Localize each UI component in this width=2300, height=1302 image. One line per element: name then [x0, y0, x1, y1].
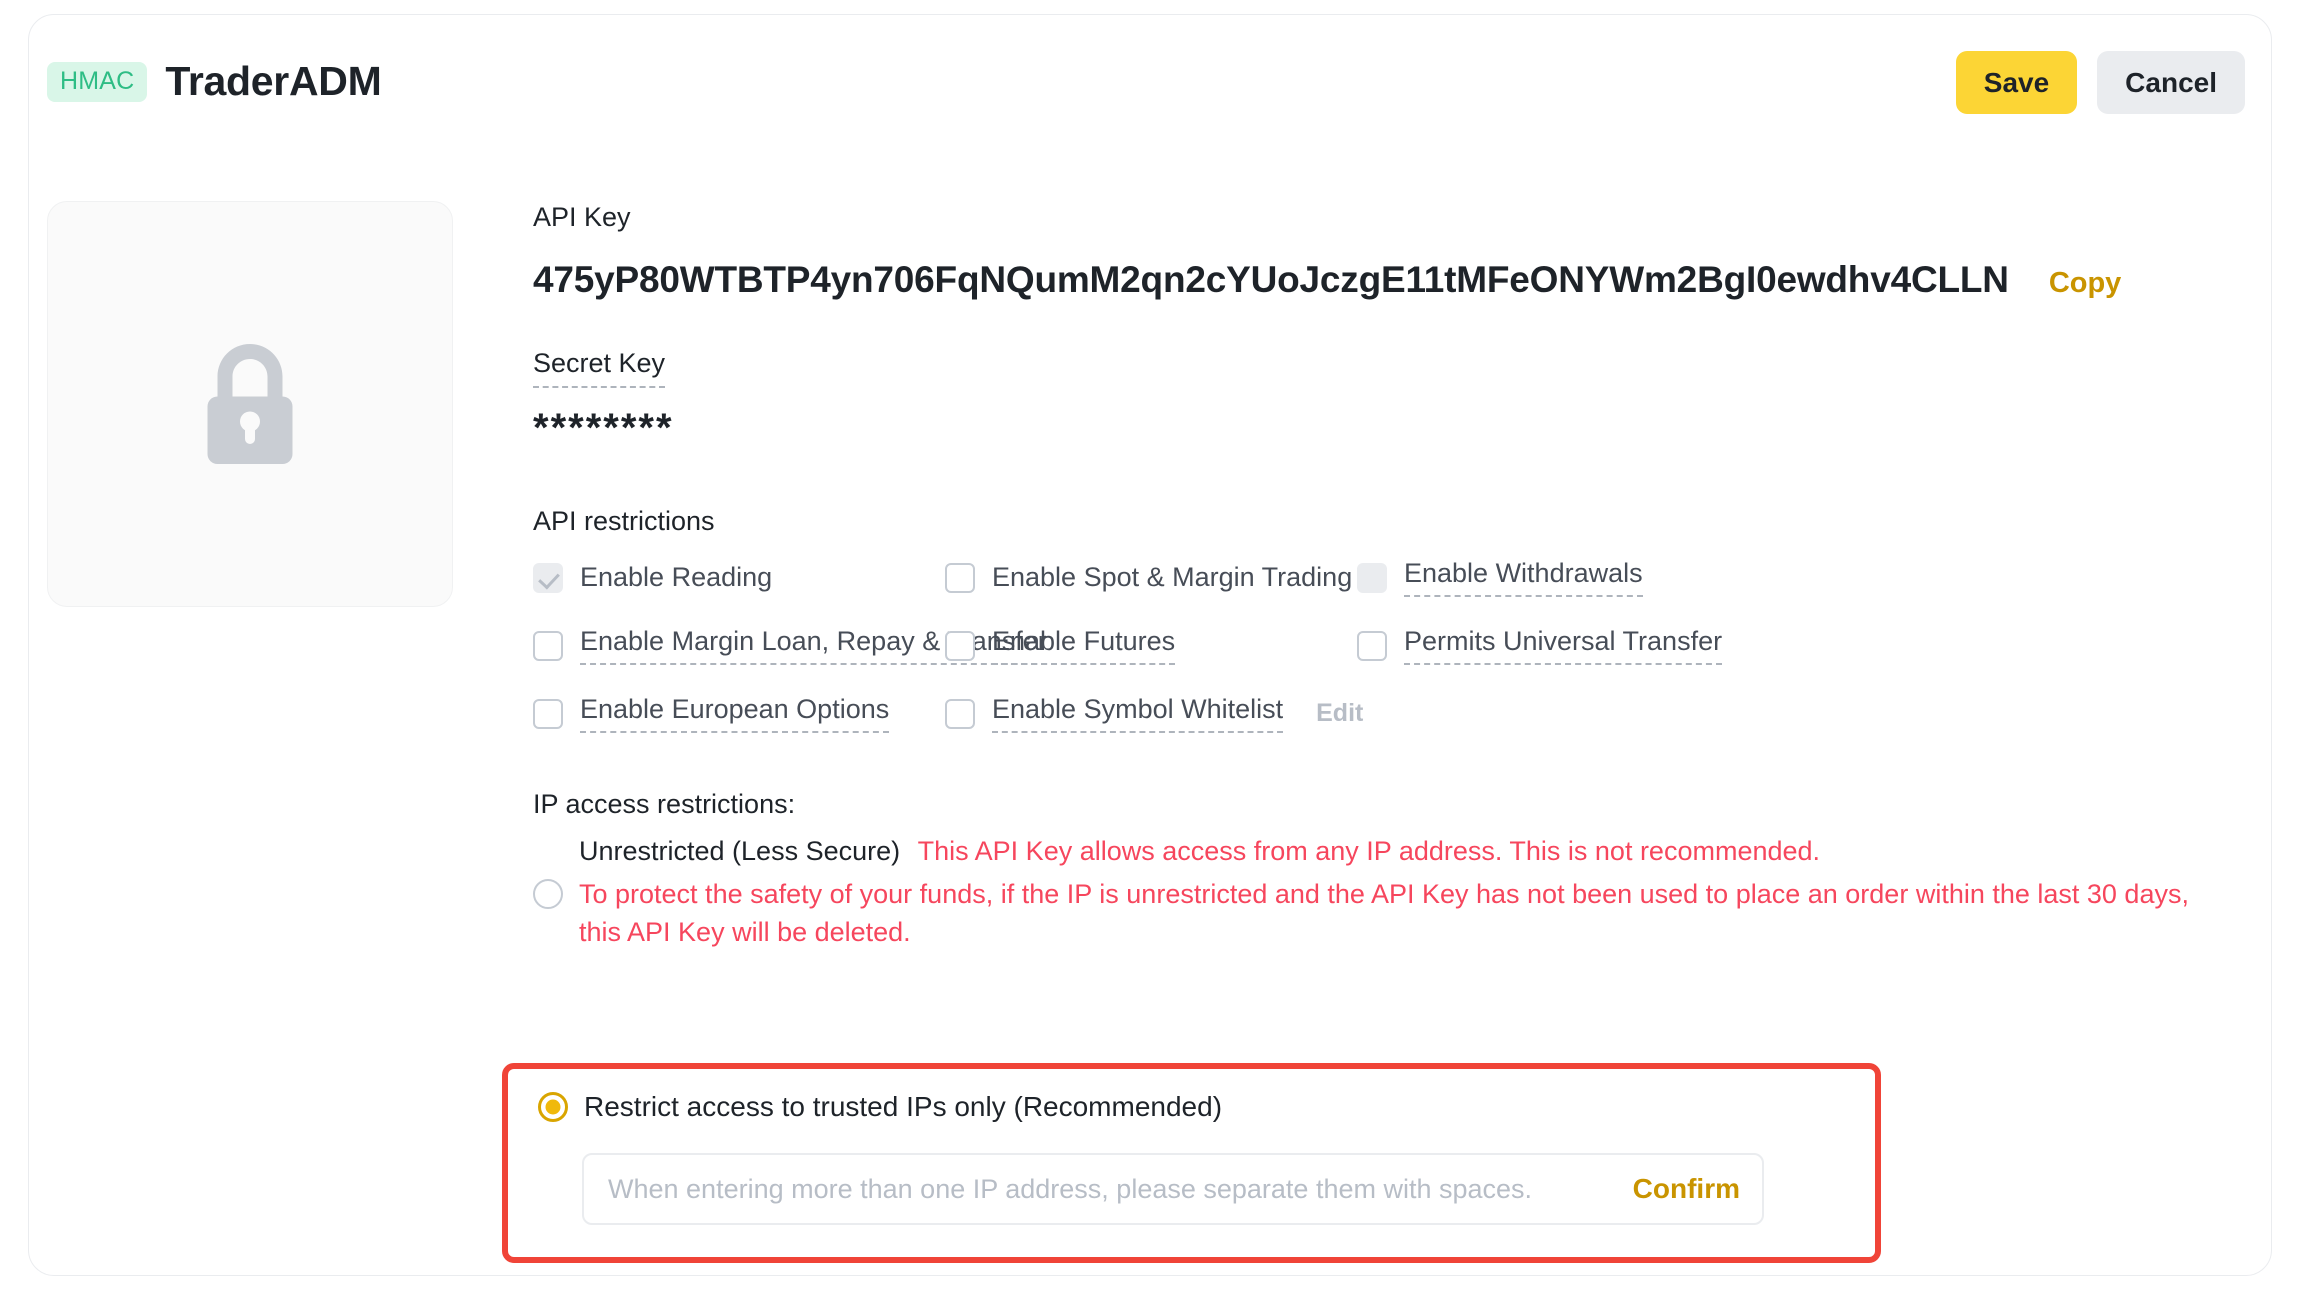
unrestricted-option-row[interactable]: Unrestricted (Less Secure) This API Key …: [533, 836, 2251, 952]
api-key-detail-card: HMAC TraderADM Save Cancel API Key 475yP…: [28, 14, 2272, 1276]
api-restrictions-grid: Enable Reading Enable Spot & Margin Tradi…: [533, 555, 2251, 737]
detail-content: API Key 475yP80WTBTP4yn706FqNQumM2qn2cYU…: [533, 201, 2251, 951]
api-key-management-page: HMAC TraderADM Save Cancel API Key 475yP…: [0, 0, 2300, 1302]
permission-item[interactable]: Enable European Options: [533, 691, 945, 737]
unrestricted-note: To protect the safety of your funds, if …: [579, 878, 2189, 948]
checkbox-permits-universal-transfer[interactable]: [1357, 630, 1387, 661]
header-actions: Save Cancel: [1955, 51, 2245, 114]
hmac-badge: HMAC: [47, 61, 148, 102]
permission-item[interactable]: Enable Margin Loan, Repay & Transfer: [533, 623, 1047, 669]
qr-code-placeholder: [47, 201, 453, 607]
checkbox-enable-withdrawals: [1357, 562, 1387, 593]
api-restrictions-title: API restrictions: [533, 505, 715, 536]
checkbox-enable-reading: [533, 562, 563, 593]
secret-key-block: Secret Key ********: [533, 347, 2251, 450]
unrestricted-warning: This API Key allows access from any IP a…: [917, 835, 1821, 866]
secret-key-label: Secret Key: [533, 347, 666, 388]
ip-input-container: Confirm: [582, 1153, 1764, 1225]
card-header: HMAC TraderADM Save Cancel: [29, 15, 2271, 145]
cancel-button[interactable]: Cancel: [2097, 51, 2245, 114]
permission-item[interactable]: Enable Reading: [533, 555, 945, 601]
trusted-ip-content: Restrict access to trusted IPs only (Rec…: [538, 1091, 1855, 1225]
confirm-ip-button[interactable]: Confirm: [1633, 1173, 1740, 1205]
trusted-ip-highlight-box: Restrict access to trusted IPs only (Rec…: [502, 1063, 1881, 1263]
title-group: HMAC TraderADM: [47, 58, 382, 104]
checkbox-enable-symbol-whitelist[interactable]: [945, 698, 975, 729]
permission-label: Enable Reading: [580, 562, 773, 593]
unrestricted-radio[interactable]: [533, 878, 563, 909]
ip-access-restrictions-title: IP access restrictions:: [533, 788, 796, 819]
permission-label: Enable Withdrawals: [1404, 558, 1643, 598]
permission-item[interactable]: Enable Spot & Margin Trading: [945, 555, 1357, 601]
trusted-ip-option-row[interactable]: Restrict access to trusted IPs only (Rec…: [538, 1091, 1855, 1123]
unrestricted-text: Unrestricted (Less Secure) This API Key …: [579, 836, 2251, 952]
permission-item[interactable]: Enable Withdrawals: [1357, 555, 2251, 601]
permission-label: Enable Futures: [992, 626, 1176, 666]
edit-symbol-whitelist-link[interactable]: Edit: [1316, 699, 1363, 728]
page-title: TraderADM: [165, 58, 382, 104]
lock-icon: [207, 344, 293, 464]
checkbox-enable-european-options[interactable]: [533, 698, 563, 729]
permission-label: Enable European Options: [580, 694, 890, 734]
unrestricted-label: Unrestricted (Less Secure): [579, 835, 901, 866]
unrestricted-line: Unrestricted (Less Secure) This API Key …: [579, 836, 2251, 867]
permission-item[interactable]: Enable Symbol Whitelist Edit: [945, 691, 1363, 737]
secret-key-value: ********: [533, 405, 674, 450]
trusted-ip-radio[interactable]: [538, 1092, 568, 1122]
permission-item[interactable]: Enable Futures: [945, 623, 1357, 669]
copy-api-key-link[interactable]: Copy: [2049, 267, 2122, 300]
trusted-ip-label: Restrict access to trusted IPs only (Rec…: [584, 1091, 1223, 1122]
permission-label: Permits Universal Transfer: [1404, 626, 1723, 666]
api-key-label: API Key: [533, 202, 631, 232]
save-button[interactable]: Save: [1955, 51, 2078, 114]
permission-item[interactable]: Permits Universal Transfer: [1357, 623, 2251, 669]
permission-label: Enable Symbol Whitelist: [992, 694, 1284, 734]
api-key-row: 475yP80WTBTP4yn706FqNQumM2qn2cYUoJczgE11…: [533, 259, 2251, 301]
permission-label: Enable Spot & Margin Trading: [992, 562, 1353, 593]
checkbox-enable-futures[interactable]: [945, 630, 975, 661]
checkbox-enable-margin-loan-repay-transfer[interactable]: [533, 630, 563, 661]
api-key-value: 475yP80WTBTP4yn706FqNQumM2qn2cYUoJczgE11…: [533, 259, 2009, 301]
ip-address-input[interactable]: [608, 1173, 1615, 1205]
checkbox-enable-spot-margin-trading[interactable]: [945, 562, 975, 593]
